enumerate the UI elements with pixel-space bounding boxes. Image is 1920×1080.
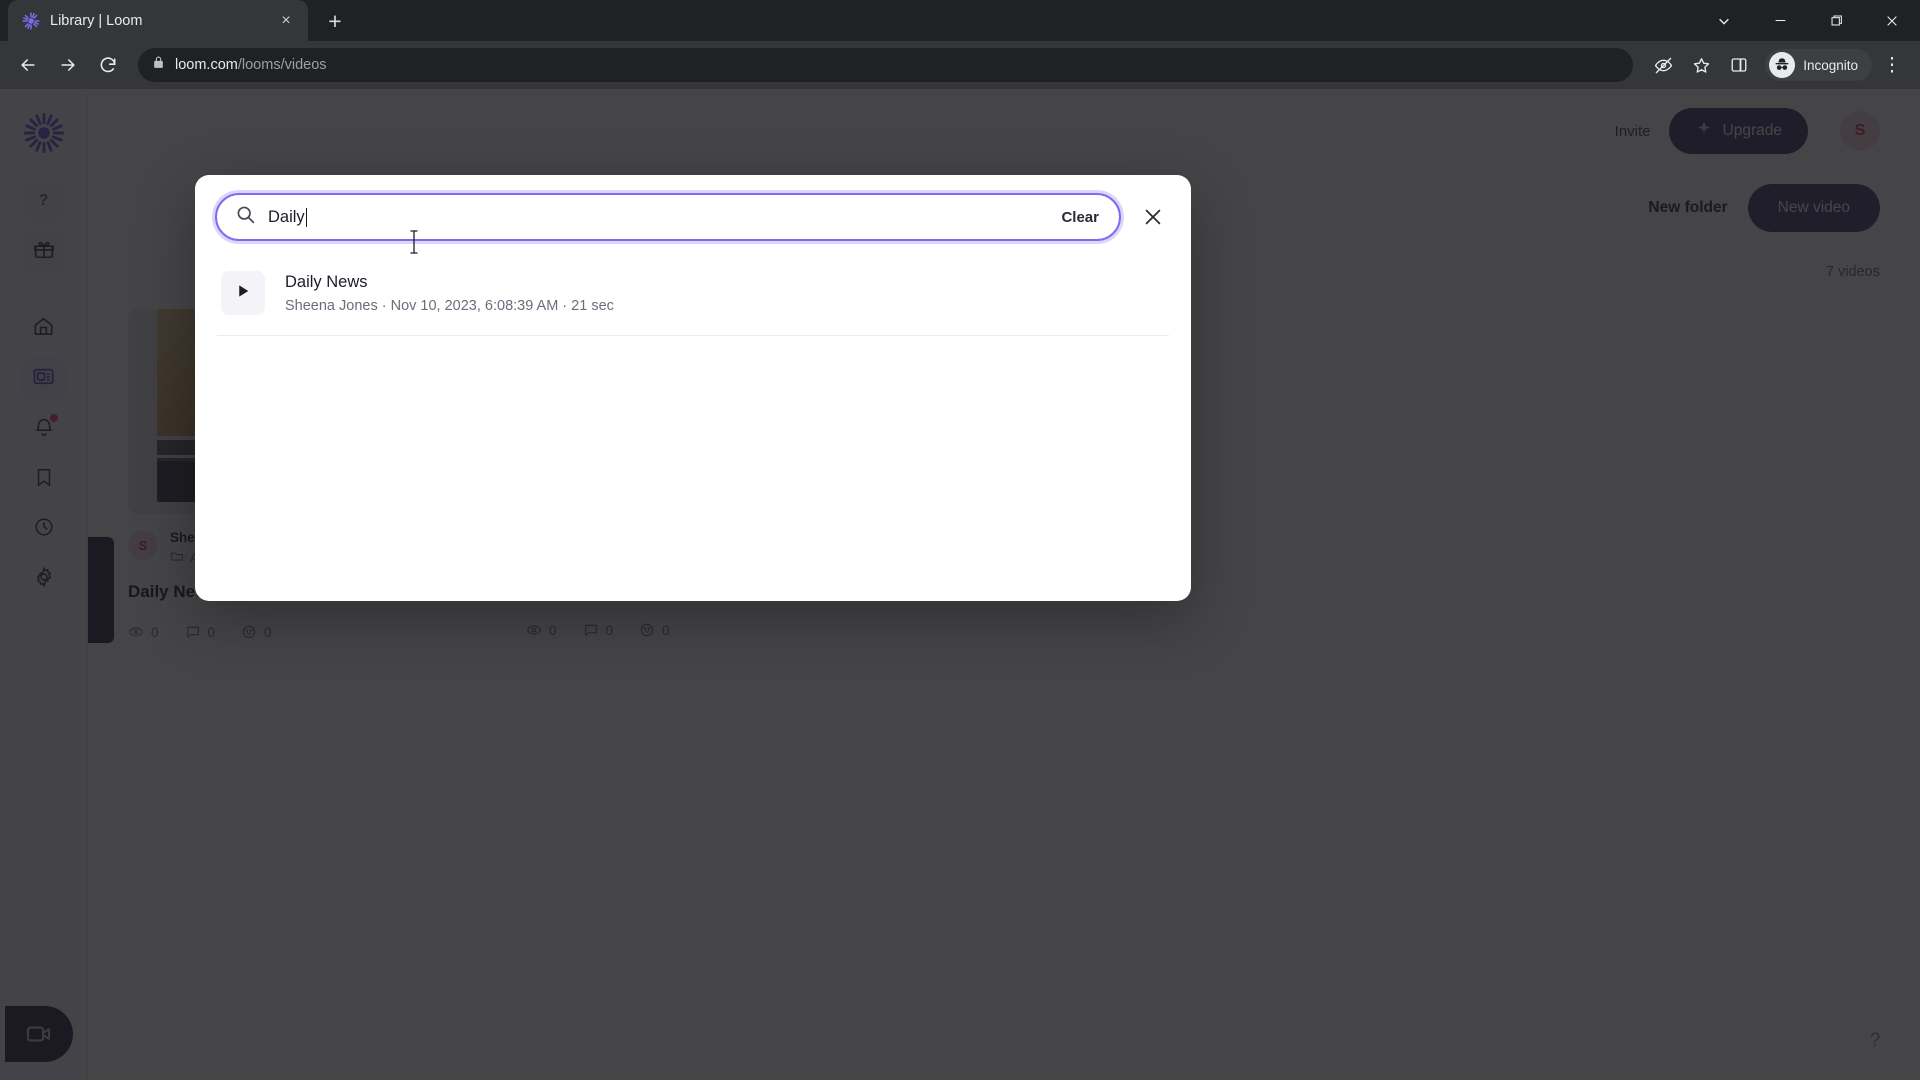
search-result-item[interactable]: Daily News Sheena Jones · Nov 10, 2023, …	[217, 257, 1169, 336]
url-text: loom.com/looms/videos	[175, 57, 327, 73]
reload-icon[interactable]	[90, 47, 126, 83]
close-window-button[interactable]	[1864, 0, 1920, 41]
search-input-value: Daily	[268, 207, 305, 226]
incognito-avatar-icon	[1769, 52, 1796, 78]
minimize-button[interactable]	[1752, 0, 1808, 41]
tab-close-icon[interactable]: ×	[274, 9, 298, 33]
search-input-value-wrap: Daily	[268, 207, 1049, 227]
new-tab-button[interactable]: +	[318, 4, 352, 38]
result-text-block: Daily News Sheena Jones · Nov 10, 2023, …	[285, 273, 614, 314]
toolbar-right-group: Incognito ⋮	[1645, 47, 1910, 83]
clear-search-button[interactable]: Clear	[1061, 209, 1099, 226]
page-viewport: ?	[0, 89, 1920, 1080]
url-domain: loom.com	[175, 57, 238, 73]
url-path: /looms/videos	[237, 57, 327, 73]
result-subtitle: Sheena Jones · Nov 10, 2023, 6:08:39 AM …	[285, 297, 614, 314]
window-controls	[1696, 0, 1920, 41]
profile-label: Incognito	[1803, 57, 1858, 73]
tab-strip: Library | Loom × +	[0, 0, 1920, 41]
play-icon	[234, 282, 252, 305]
browser-window: Library | Loom × + loom.com/looms/videos…	[0, 0, 1920, 1080]
search-input[interactable]: Daily Clear	[215, 193, 1121, 241]
browser-tab[interactable]: Library | Loom ×	[8, 0, 308, 41]
browser-toolbar: loom.com/looms/videos Incognito ⋮	[0, 41, 1920, 89]
search-icon	[235, 204, 256, 230]
result-title: Daily News	[285, 272, 368, 291]
search-results-list: Daily News Sheena Jones · Nov 10, 2023, …	[195, 241, 1191, 336]
maximize-button[interactable]	[1808, 0, 1864, 41]
search-modal-header: Daily Clear	[195, 175, 1191, 241]
search-modal: Daily Clear Daily News Sheena Jones · No…	[195, 175, 1191, 601]
profile-incognito-button[interactable]: Incognito	[1765, 49, 1872, 81]
text-caret	[305, 207, 308, 227]
address-bar[interactable]: loom.com/looms/videos	[138, 48, 1634, 82]
mouse-cursor-ibeam	[408, 229, 420, 255]
loom-logo-icon	[22, 11, 40, 30]
side-panel-icon[interactable]	[1721, 47, 1757, 83]
result-play-thumbnail[interactable]	[221, 271, 265, 315]
tab-search-icon[interactable]	[1696, 0, 1752, 41]
close-modal-button[interactable]	[1133, 197, 1173, 237]
browser-menu-icon[interactable]: ⋮	[1874, 47, 1910, 83]
lock-icon	[152, 56, 165, 74]
back-icon[interactable]	[10, 47, 46, 83]
bookmark-star-icon[interactable]	[1683, 47, 1719, 83]
eye-slash-icon[interactable]	[1645, 47, 1681, 83]
tab-title: Library | Loom	[50, 12, 143, 29]
forward-icon[interactable]	[50, 47, 86, 83]
